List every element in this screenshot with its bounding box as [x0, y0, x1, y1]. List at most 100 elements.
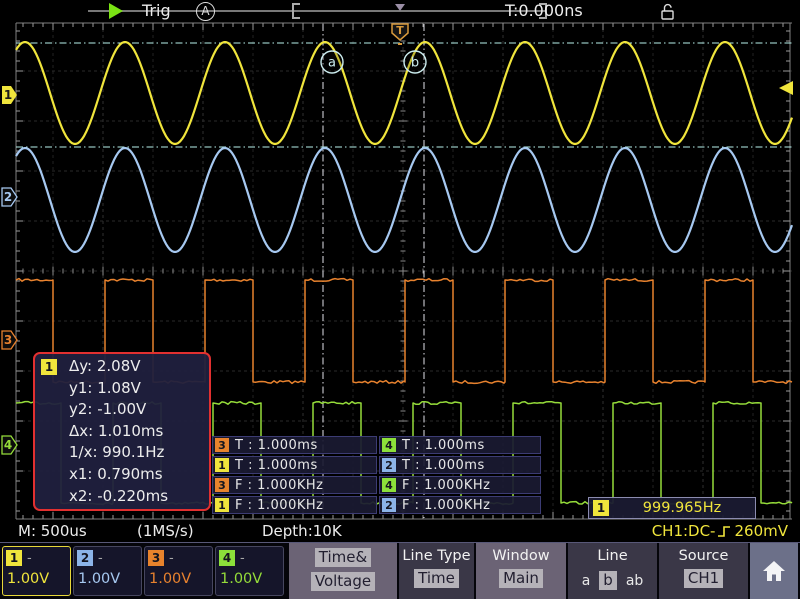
- measurement-value: F : 1.000KHz: [235, 478, 323, 493]
- line-options: a b ab: [582, 571, 644, 590]
- ch2-waveform: [16, 148, 792, 252]
- freq-counter-channel-badge: 1: [593, 500, 609, 516]
- svg-text:b: b: [411, 56, 419, 71]
- measurement-cell-ch2-F: 2 F : 1.000KHz: [379, 496, 541, 514]
- ch1-waveform: [16, 42, 792, 144]
- timebase-readout: M: 500us: [18, 522, 87, 540]
- cursor-measure-row-1: y1: 1.08V: [69, 379, 168, 401]
- window-label: Window: [492, 548, 549, 564]
- menu-line-button[interactable]: Line a b ab: [568, 543, 657, 599]
- trigger-position-marker[interactable]: T: [392, 24, 408, 44]
- cursor_a-handle[interactable]: a: [321, 51, 343, 73]
- channel-badge: 3: [215, 478, 229, 492]
- menu-source-button[interactable]: Source CH1: [659, 543, 748, 599]
- line-option-ab[interactable]: ab: [626, 573, 643, 589]
- channel-coupling: -: [169, 551, 174, 566]
- measurement-value: F : 1.000KHz: [402, 478, 490, 493]
- ch2-ground-marker[interactable]: 2: [2, 188, 17, 206]
- line-type-label: Line Type: [402, 548, 470, 564]
- trigger-level-arrow[interactable]: [779, 81, 793, 95]
- channel-coupling: -: [240, 551, 245, 566]
- trigger-level-value: 260mV: [734, 522, 788, 540]
- ch1-ground-marker[interactable]: 1: [2, 86, 17, 104]
- channel-badge: 3: [148, 550, 164, 566]
- window-value-chip[interactable]: Main: [499, 569, 543, 588]
- line-label: Line: [597, 548, 627, 564]
- unlock-icon[interactable]: [660, 2, 677, 21]
- cursor-measure-row-6: x2: -0.220ms: [69, 487, 168, 509]
- menu-time-voltage-button[interactable]: Time& Voltage: [289, 543, 397, 599]
- measurement-cell-ch3-F: 3 F : 1.000KHz: [212, 476, 377, 494]
- channel-volts-per-div: 1.00V: [78, 571, 141, 587]
- menu-line-type-button[interactable]: Line Type Time: [399, 543, 474, 599]
- cursor_b-handle[interactable]: b: [404, 51, 426, 73]
- channel-volts-per-div: 1.00V: [7, 571, 70, 587]
- channel-badge: 4: [382, 438, 396, 452]
- svg-text:1: 1: [4, 88, 12, 102]
- line-type-value-chip[interactable]: Time: [414, 569, 459, 588]
- trigger-info-readout: CH1:DC- 260mV: [652, 522, 788, 540]
- svg-text:T: T: [396, 24, 404, 37]
- channel-2-scale-box[interactable]: 2- 1.00V: [73, 546, 142, 596]
- cursor-measure-row-4: 1/x: 990.1Hz: [69, 443, 168, 465]
- freq-counter-value: 999.965Hz: [609, 500, 755, 516]
- rising-edge-icon: [717, 524, 732, 539]
- source-value-chip[interactable]: CH1: [684, 569, 723, 588]
- bottom-menu-bar: 1-1.00V2-1.00V3-1.00V4-1.00V Time& Volta…: [0, 542, 800, 599]
- measurement-value: F : 1.000KHz: [235, 498, 323, 513]
- channel-coupling: -: [27, 551, 32, 566]
- channel-badge: 2: [77, 550, 93, 566]
- cursor-measure-row-3: Δx: 1.010ms: [69, 422, 168, 444]
- svg-text:3: 3: [4, 333, 12, 347]
- channel-3-scale-box[interactable]: 3- 1.00V: [144, 546, 213, 596]
- cursor-measure-row-0: Δy: 2.08V: [69, 357, 168, 379]
- channel-4-scale-box[interactable]: 4-1.00V: [215, 546, 284, 596]
- cursor-measure-window: 1 Δy: 2.08Vy1: 1.08Vy2: -1.00VΔx: 1.010m…: [33, 352, 211, 511]
- cursor-measure-row-5: x1: 0.790ms: [69, 465, 168, 487]
- record-depth-readout: Depth:10K: [262, 522, 342, 540]
- ch3-ground-marker[interactable]: 3: [2, 331, 17, 349]
- measurement-value: T : 1.000ms: [235, 438, 318, 453]
- top-bar: Trig A T:0.000ns: [0, 0, 800, 22]
- trigger-time-readout: T:0.000ns: [505, 1, 583, 20]
- channel-badge: 2: [382, 498, 396, 512]
- sample-rate-readout: (1MS/s): [137, 522, 194, 540]
- measurement-value: T : 1.000ms: [235, 458, 318, 473]
- trigger-source-coupling: CH1:DC-: [652, 522, 716, 540]
- measurement-cell-ch3-T: 3 T : 1.000ms: [212, 436, 377, 454]
- auto-trigger-icon: A: [196, 2, 215, 21]
- channel-badge: 4: [382, 478, 396, 492]
- measurement-table: 3T : 1.000ms4T : 1.000ms1T : 1.000ms2T :…: [212, 436, 541, 514]
- channel-badge: 1: [6, 550, 22, 566]
- time-voltage-line2[interactable]: Voltage: [311, 572, 375, 591]
- channel-1-scale-box[interactable]: 1- 1.00V: [2, 546, 71, 596]
- svg-text:4: 4: [4, 438, 12, 452]
- channel-volts-per-div: 1.00V: [220, 571, 283, 587]
- measurement-cell-ch1-T: 1T : 1.000ms: [212, 456, 377, 474]
- ch4-ground-marker[interactable]: 4: [2, 436, 17, 454]
- measurement-value: T : 1.000ms: [402, 438, 485, 453]
- menu-window-button[interactable]: Window Main: [476, 543, 566, 599]
- cursor-measure-row-2: y2: -1.00V: [69, 400, 168, 422]
- measurement-cell-ch4-F: 4 F : 1.000KHz: [379, 476, 541, 494]
- line-option-a[interactable]: a: [582, 573, 591, 589]
- cursor-measure-rows: Δy: 2.08Vy1: 1.08Vy2: -1.00VΔx: 1.010ms1…: [69, 357, 168, 508]
- measurement-cell-ch2-T: 2T : 1.000ms: [379, 456, 541, 474]
- measurement-cell-ch1-F: 1 F : 1.000KHz: [212, 496, 377, 514]
- svg-text:2: 2: [4, 190, 12, 204]
- channel-volts-per-div: 1.00V: [149, 571, 212, 587]
- svg-text:a: a: [328, 56, 336, 71]
- line-option-b[interactable]: b: [599, 571, 617, 590]
- measurement-cell-ch4-T: 4 T : 1.000ms: [379, 436, 541, 454]
- trig-status-label: Trig: [142, 1, 171, 20]
- channel-badge: 3: [215, 438, 229, 452]
- measurement-value: F : 1.000KHz: [402, 498, 490, 513]
- cursor-channel-badge: 1: [41, 359, 57, 375]
- measurement-value: T : 1.000ms: [402, 458, 485, 473]
- run-play-icon[interactable]: [109, 3, 123, 19]
- home-button[interactable]: [750, 543, 798, 599]
- channel-badge: 1: [215, 498, 229, 512]
- time-voltage-line1[interactable]: Time&: [315, 548, 371, 567]
- source-label: Source: [679, 548, 729, 564]
- channel-coupling: -: [98, 551, 103, 566]
